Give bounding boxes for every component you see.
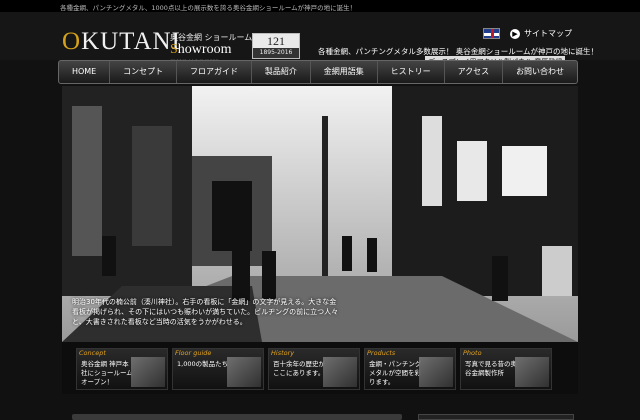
thumb-products[interactable]: Products 金網・パンチングメタルが空間を彩ります。 xyxy=(364,348,456,390)
thumb-label: Concept xyxy=(79,349,106,357)
thumb-concept[interactable]: Concept 奥谷金網 神戸本社にショールームオープン！ xyxy=(76,348,168,390)
thumb-image xyxy=(323,357,357,387)
thumb-floor-guide[interactable]: Floor guide 1,000の製品たち xyxy=(172,348,264,390)
nav-glossary[interactable]: 金網用語集 xyxy=(311,61,378,83)
thumb-text: 奥谷金網 神戸本社にショールームオープン！ xyxy=(81,360,133,386)
sitemap-link[interactable]: ▶ サイトマップ xyxy=(510,28,572,39)
top-announcement: 各種金網、パンチングメタル、1000点以上の展示数を誇る奥谷金網ショールームが神… xyxy=(0,0,640,12)
thumb-text: 写真で見る昔の奥谷金網製作所 xyxy=(465,360,517,377)
nav-home[interactable]: HOME xyxy=(59,61,111,83)
thumb-history[interactable]: History 百十余年の歴史がここにあります。 xyxy=(268,348,360,390)
okutani-logo[interactable]: OKUTANI xyxy=(62,28,181,56)
thumb-label: Floor guide xyxy=(175,349,212,357)
thumb-text: 百十余年の歴史がここにあります。 xyxy=(273,360,325,377)
side-panel-top xyxy=(418,414,574,420)
nav-floor-guide[interactable]: フロアガイド xyxy=(177,61,252,83)
sitemap-label: サイトマップ xyxy=(524,29,572,38)
thumb-text: 1,000の製品たち xyxy=(177,360,229,368)
badge-number: 121 xyxy=(267,34,285,48)
english-flag-icon[interactable] xyxy=(483,28,500,39)
nav-history[interactable]: ヒストリー xyxy=(378,61,445,83)
site-header: OKUTANI 奥谷金網 ショールーム Showroom Showroom 12… xyxy=(0,12,640,68)
thumb-label: History xyxy=(271,349,295,357)
thumb-image xyxy=(131,357,165,387)
nav-access[interactable]: アクセス xyxy=(445,61,504,83)
badge-years: 1895-2016 xyxy=(253,48,299,58)
nav-concept[interactable]: コンセプト xyxy=(110,61,178,83)
thumb-label: Products xyxy=(367,349,396,357)
thumb-image xyxy=(419,357,453,387)
thumb-image xyxy=(227,357,261,387)
nav-products[interactable]: 製品紹介 xyxy=(252,61,311,83)
thumb-image xyxy=(515,357,549,387)
thumb-label: Photo xyxy=(463,349,482,357)
nav-contact[interactable]: お問い合わせ xyxy=(503,61,577,83)
thumb-photo[interactable]: Photo 写真で見る昔の奥谷金網製作所 xyxy=(460,348,552,390)
thumb-text: 金網・パンチングメタルが空間を彩ります。 xyxy=(369,360,422,386)
anniversary-badge: 121 1895-2016 xyxy=(252,33,300,59)
feature-thumbnails: Concept 奥谷金網 神戸本社にショールームオープン！ Floor guid… xyxy=(62,342,578,394)
content-panel-top xyxy=(72,414,402,420)
play-arrow-icon: ▶ xyxy=(510,28,520,39)
hero-caption: 明治30年代の楠公前（湊川神社）。右手の看板に「金網」の文字が見える。大きな金看… xyxy=(72,298,339,326)
main-nav: HOME コンセプト フロアガイド 製品紹介 金網用語集 ヒストリー アクセス … xyxy=(58,60,578,84)
